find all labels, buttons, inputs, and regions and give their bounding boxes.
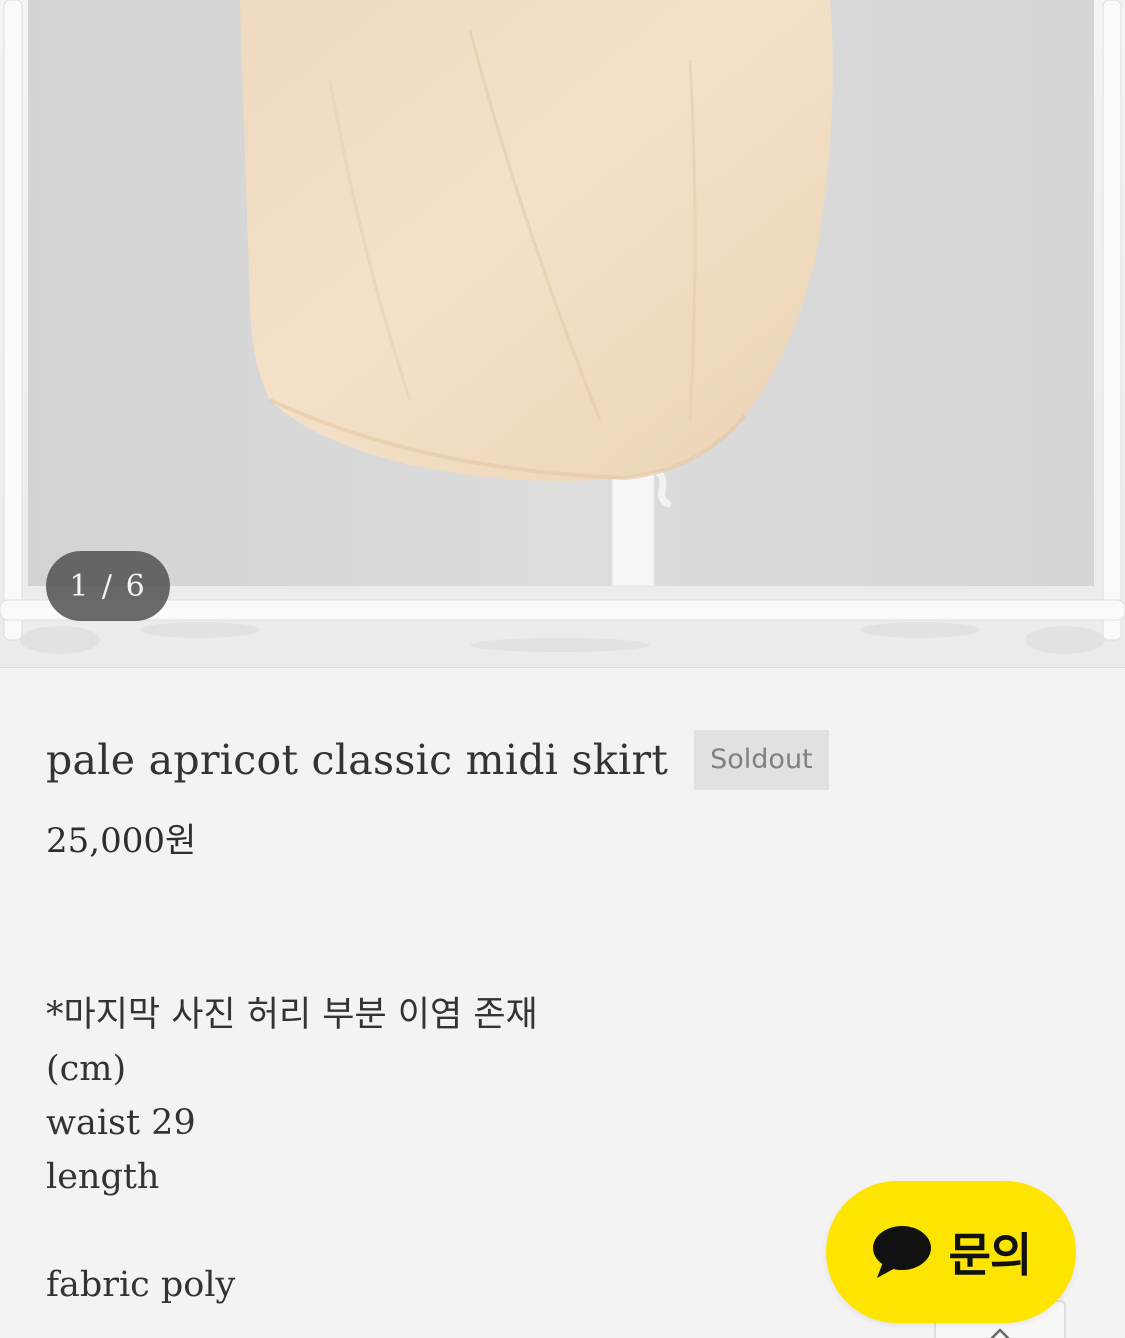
- description-line: length: [46, 1157, 160, 1197]
- image-counter: 1 / 6: [46, 551, 170, 621]
- product-page: 1 / 6 pale apricot classic midi skirt So…: [0, 0, 1125, 1338]
- product-photo: [0, 0, 1125, 667]
- description-line: (cm): [46, 1049, 127, 1089]
- chat-button-label: 문의: [948, 1228, 1033, 1282]
- soldout-badge: Soldout: [694, 730, 829, 790]
- product-description: *마지막 사진 허리 부분 이염 존재 (cm) waist 29 length…: [46, 988, 538, 1312]
- description-line: [46, 1204, 538, 1258]
- chevron-up-icon: [990, 1328, 1010, 1338]
- product-image-gallery[interactable]: 1 / 6: [0, 0, 1125, 667]
- description-line: fabric poly: [46, 1265, 236, 1305]
- product-title: pale apricot classic midi skirt: [46, 736, 669, 784]
- chat-bubble-icon: [872, 1226, 931, 1278]
- description-line: *마지막 사진 허리 부분 이염 존재: [46, 995, 538, 1035]
- product-price: 25,000원: [46, 821, 197, 861]
- title-row: pale apricot classic midi skirt Soldout: [46, 730, 829, 790]
- chat-inquiry-button[interactable]: 문의: [826, 1181, 1076, 1323]
- description-line: waist 29: [46, 1103, 196, 1143]
